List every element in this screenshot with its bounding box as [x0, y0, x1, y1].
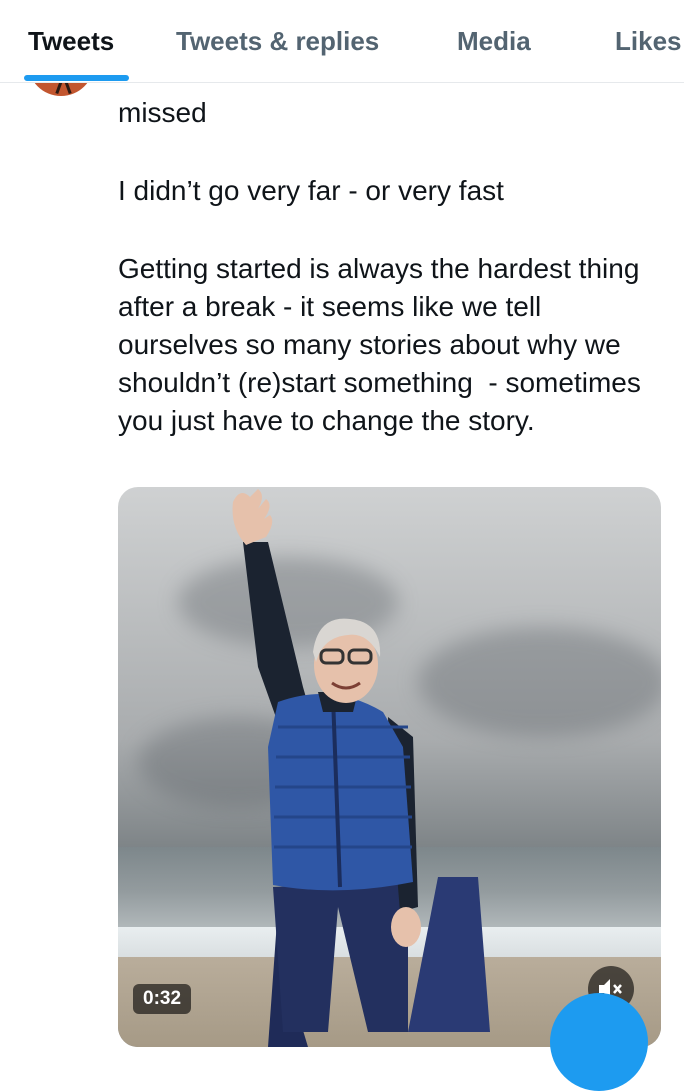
profile-tabs: Tweets Tweets & replies Media Likes	[0, 0, 684, 83]
video-duration-badge: 0:32	[133, 984, 192, 1014]
active-tab-indicator	[24, 75, 129, 81]
tab-tweets-and-replies[interactable]: Tweets & replies	[176, 24, 379, 58]
tab-media[interactable]: Media	[457, 24, 531, 58]
tweet-paragraph: missed	[118, 97, 207, 128]
tab-tweets[interactable]: Tweets	[28, 24, 114, 58]
tweet-paragraph: I didn’t go very far - or very fast	[118, 175, 504, 206]
tab-likes[interactable]: Likes	[615, 24, 682, 58]
compose-tweet-button[interactable]	[550, 993, 648, 1091]
tweet-paragraph: Getting started is always the hardest th…	[118, 253, 649, 436]
video-person	[232, 489, 490, 1047]
tweet-video[interactable]: 0:32	[118, 487, 661, 1047]
tweet-text: missed I didn’t go very far - or very fa…	[118, 94, 658, 480]
